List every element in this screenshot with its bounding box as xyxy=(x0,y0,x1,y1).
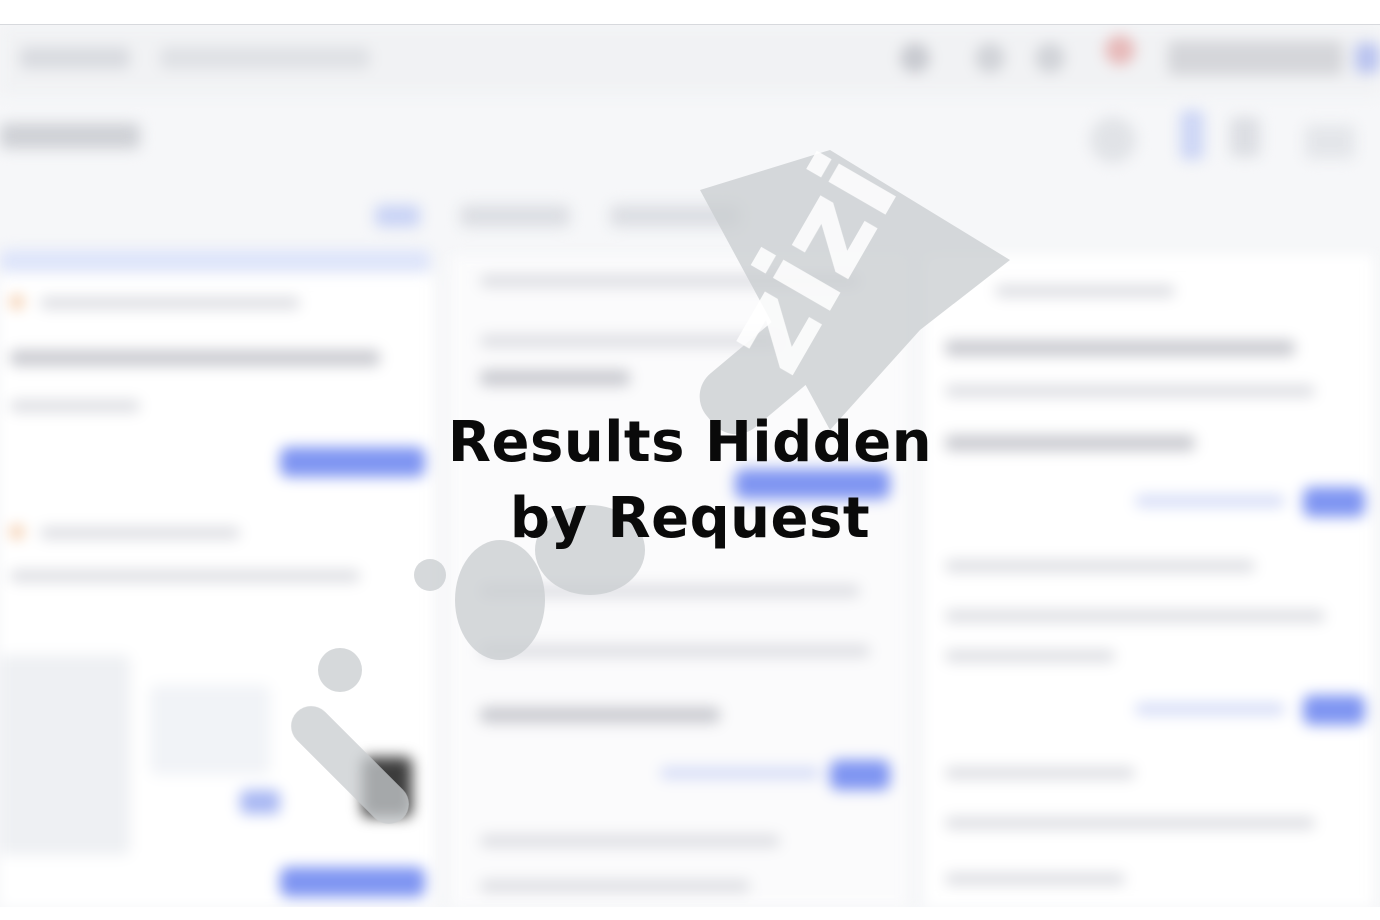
image-placeholder xyxy=(362,757,412,817)
top-bar xyxy=(0,25,1380,95)
blue-button-placeholder xyxy=(1303,695,1365,725)
text-placeholder xyxy=(995,285,1175,297)
top-bar-icon-placeholder xyxy=(975,43,1005,73)
top-bar-placeholder xyxy=(20,47,130,69)
blurred-screenshot: zizi Results Hidden by Request xyxy=(0,24,1380,907)
status-dot xyxy=(10,525,24,539)
text-placeholder xyxy=(945,873,1125,885)
text-placeholder xyxy=(945,610,1325,622)
top-bar-icon-placeholder xyxy=(1105,35,1135,65)
text-placeholder xyxy=(40,297,300,309)
text-placeholder xyxy=(40,527,240,539)
text-placeholder xyxy=(480,335,780,347)
text-placeholder xyxy=(945,650,1115,662)
text-placeholder xyxy=(945,385,1315,397)
blue-button-placeholder xyxy=(830,760,890,790)
text-placeholder xyxy=(945,817,1315,829)
page-title-placeholder xyxy=(0,123,140,149)
panel-placeholder xyxy=(150,685,270,775)
blue-button-placeholder xyxy=(1303,487,1365,517)
status-dot xyxy=(10,295,24,309)
header-icon-placeholder xyxy=(1090,117,1136,163)
header-icon-placeholder xyxy=(1230,117,1260,157)
panel-placeholder xyxy=(0,655,130,855)
top-bar-icon-placeholder xyxy=(1035,43,1065,73)
message-line-2: by Request xyxy=(509,486,871,551)
text-placeholder xyxy=(10,400,140,412)
top-bar-search-placeholder xyxy=(1168,41,1343,75)
text-placeholder xyxy=(480,370,630,386)
text-placeholder xyxy=(480,585,860,597)
small-button-placeholder xyxy=(240,790,280,814)
text-placeholder xyxy=(480,275,860,287)
column-tab-placeholder xyxy=(375,205,420,227)
results-hidden-message: Results Hidden by Request xyxy=(390,405,990,557)
text-placeholder xyxy=(945,560,1255,572)
top-bar-placeholder xyxy=(160,47,370,69)
column-tab-placeholder xyxy=(0,250,430,272)
header-icon-placeholder xyxy=(1180,110,1204,160)
text-placeholder xyxy=(945,767,1135,779)
text-placeholder xyxy=(10,350,380,366)
blue-button-placeholder xyxy=(280,867,425,897)
middle-column xyxy=(450,255,911,907)
text-placeholder xyxy=(945,340,1295,356)
column-tab-placeholder xyxy=(610,205,740,227)
text-placeholder xyxy=(480,835,780,847)
message-line-1: Results Hidden xyxy=(447,410,933,475)
column-tab-placeholder xyxy=(460,205,570,227)
right-column xyxy=(925,255,1376,907)
text-placeholder xyxy=(1135,495,1285,507)
top-bar-icon-placeholder xyxy=(900,43,930,73)
left-column xyxy=(0,275,436,907)
text-placeholder xyxy=(480,880,750,892)
text-placeholder xyxy=(480,645,870,657)
text-placeholder xyxy=(10,570,360,582)
text-placeholder xyxy=(660,767,820,779)
top-bar-avatar-placeholder xyxy=(1355,43,1380,73)
text-placeholder xyxy=(1135,703,1285,715)
header-icon-placeholder xyxy=(1305,125,1355,159)
text-placeholder xyxy=(480,707,720,723)
